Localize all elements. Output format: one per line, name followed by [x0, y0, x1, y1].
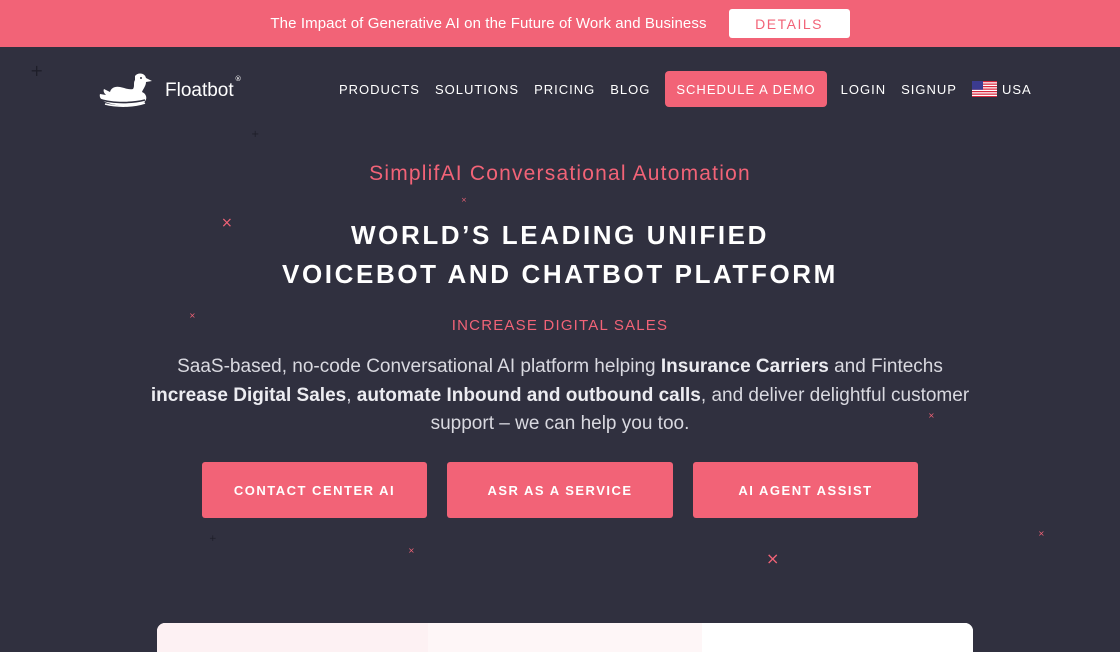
login-link[interactable]: LOGIN: [841, 82, 886, 97]
announcement-text: The Impact of Generative AI on the Futur…: [270, 15, 707, 32]
cta-row: CONTACT CENTER AI ASR AS A SERVICE AI AG…: [202, 462, 938, 518]
nav-item-pricing[interactable]: PRICING: [534, 82, 595, 97]
us-flag-icon: [971, 81, 1002, 97]
sparkle-decoration: ×: [408, 546, 415, 555]
nav-item-solutions[interactable]: SOLUTIONS: [435, 82, 519, 97]
desc-highlight: increase Digital Sales: [150, 384, 347, 406]
desc-text: ,: [346, 384, 357, 406]
hero-title: WORLD’S LEADING UNIFIED VOICEBOT AND CHA…: [0, 216, 1120, 294]
asr-as-a-service-button[interactable]: ASR AS A SERVICE: [447, 462, 673, 518]
sparkle-decoration: ×: [461, 196, 467, 204]
desc-highlight: automate Inbound and outbound calls: [356, 384, 701, 406]
region-label: USA: [1001, 81, 1032, 97]
nav-item-products[interactable]: PRODUCTS: [339, 82, 420, 97]
desc-text: and Fintechs: [828, 356, 943, 377]
main-navbar: Floatbot ® PRODUCTS SOLUTIONS PRICING BL…: [0, 47, 1120, 131]
sparkle-decoration: +: [251, 129, 260, 140]
registered-mark: ®: [234, 75, 242, 83]
nav-item-blog[interactable]: BLOG: [610, 82, 650, 97]
card-segment: [428, 623, 702, 652]
sparkle-decoration: ×: [766, 549, 780, 568]
hero-kicker: SimplifAI Conversational Automation: [369, 162, 751, 185]
announcement-bar: The Impact of Generative AI on the Futur…: [0, 0, 1120, 47]
schedule-demo-button[interactable]: SCHEDULE A DEMO: [665, 71, 827, 107]
sparkle-decoration: ×: [1038, 529, 1045, 538]
desc-text: SaaS-based, no-code Conversational AI pl…: [177, 356, 661, 377]
nav-menu: PRODUCTS SOLUTIONS PRICING BLOG SCHEDULE…: [339, 71, 1032, 107]
duck-logo-icon: [95, 69, 155, 109]
sparkle-decoration: +: [209, 534, 217, 544]
ai-agent-assist-button[interactable]: AI AGENT ASSIST: [693, 462, 918, 518]
card-segment: [702, 623, 973, 652]
brand-name: Floatbot: [165, 80, 234, 101]
hero-title-line: WORLD’S LEADING UNIFIED: [350, 220, 769, 250]
hero-subheading: INCREASE DIGITAL SALES: [451, 317, 669, 334]
hero-title-line: VOICEBOT AND CHATBOT PLATFORM: [282, 259, 838, 289]
desc-highlight: Insurance Carriers: [660, 356, 829, 377]
contact-center-ai-button[interactable]: CONTACT CENTER AI: [202, 462, 427, 518]
region-selector[interactable]: USA: [971, 81, 1032, 97]
feature-card-preview: [157, 623, 973, 652]
brand-logo[interactable]: Floatbot ®: [95, 69, 242, 109]
card-segment: [157, 623, 428, 652]
details-button[interactable]: DETAILS: [728, 9, 850, 38]
hero-description: SaaS-based, no-code Conversational AI pl…: [150, 353, 970, 439]
signup-link[interactable]: SIGNUP: [901, 82, 957, 97]
